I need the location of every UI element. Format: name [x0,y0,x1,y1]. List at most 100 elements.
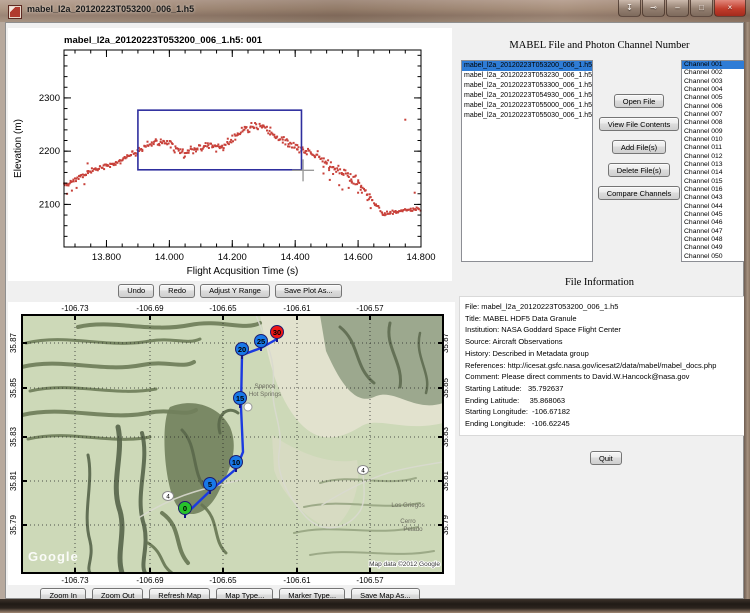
svg-text:35.83: 35.83 [9,426,18,447]
minimize-button[interactable]: – [666,0,689,17]
control-panel: MABEL File and Photon Channel Number mab… [455,22,744,599]
channel-list-item[interactable]: Channel 044 [682,203,744,211]
channel-list-item[interactable]: Channel 014 [682,169,744,177]
file-information-line: Institution: NASA Goddard Space Flight C… [465,324,745,336]
map-attribution: Map data ©2012 Google [369,560,440,568]
file-list-item[interactable]: mabel_l2a_20120223T053300_006_1.h5 [462,81,592,91]
svg-text:-106.65: -106.65 [209,576,237,585]
svg-text:-106.65: -106.65 [209,304,237,313]
window-frame-bottom [0,599,750,613]
svg-text:4: 4 [361,467,365,474]
plot-toolbar-button[interactable]: Save Plot As... [275,284,342,298]
svg-text:-106.73: -106.73 [61,304,89,313]
file-list-item[interactable]: mabel_l2a_20120223T055000_006_1.h5 [462,101,592,111]
channel-list-item[interactable]: Channel 046 [682,219,744,227]
map-panel[interactable]: -106.73-106.73-106.69-106.69-106.65-106.… [8,302,455,585]
svg-text:14.200: 14.200 [218,252,247,263]
file-information-line: Starting Longitude: -106.67182 [465,406,745,418]
file-action-button[interactable]: Add File(s) [612,140,666,154]
window-extra-button-1[interactable]: ↧ [618,0,641,17]
svg-text:5: 5 [208,480,212,489]
channel-list-item[interactable]: Channel 047 [682,228,744,236]
y-axis-label: Elevation (m) [13,119,24,178]
channel-list-item[interactable]: Channel 002 [682,69,744,77]
channel-list-item[interactable]: Channel 048 [682,236,744,244]
file-list-item[interactable]: mabel_l2a_20120223T053200_006_1.h5 [462,61,592,71]
window-title: mabel_l2a_20120223T053200_006_1.h5 [27,4,194,14]
channel-list-item[interactable]: Channel 001 [682,61,744,69]
channel-list-item[interactable]: Channel 043 [682,194,744,202]
file-buttons: Open File View File Contents Add File(s) De… [598,94,680,200]
channel-list-item[interactable]: Channel 012 [682,153,744,161]
file-list-item[interactable]: mabel_l2a_20120223T054930_006_1.h5 [462,91,592,101]
file-information-line: Ending Latitude: 35.868063 [465,395,745,407]
channel-list-item[interactable]: Channel 007 [682,111,744,119]
title-bar[interactable]: mabel_l2a_20120223T053200_006_1.h5 ↧ ⊸ –… [0,0,750,22]
svg-text:35.85: 35.85 [9,377,18,398]
svg-text:Pelado: Pelado [403,526,423,533]
file-information-line: History: Described in Metadata group [465,348,745,360]
file-action-button[interactable]: Open File [614,94,665,108]
file-list[interactable]: mabel_l2a_20120223T053200_006_1.h5mabel_… [461,60,593,262]
file-list-item[interactable]: mabel_l2a_20120223T055030_006_1.h5 [462,111,592,121]
svg-text:14.600: 14.600 [344,252,373,263]
svg-text:14.000: 14.000 [155,252,184,263]
svg-text:13.800: 13.800 [92,252,121,263]
file-action-button[interactable]: Compare Channels [598,186,681,200]
map-canvas[interactable]: SpenceHot SpringsLos GriegosCerroPelado4… [22,315,443,573]
channel-list-item[interactable]: Channel 045 [682,211,744,219]
channel-list-item[interactable]: Channel 015 [682,178,744,186]
file-list-item[interactable]: mabel_l2a_20120223T053230_006_1.h5 [462,71,592,81]
channel-list-item[interactable]: Channel 010 [682,136,744,144]
elevation-plot-panel[interactable]: mabel_l2a_20120223T053200_006_1.h5: 001 1… [8,28,452,281]
file-information-header: File Information [455,277,744,288]
channel-list[interactable]: Channel 001Channel 002Channel 003Channel… [681,60,745,262]
svg-text:Cerro: Cerro [400,518,416,525]
svg-text:14.800: 14.800 [406,252,435,263]
poi-marker[interactable] [244,403,252,411]
flight-track-map[interactable]: -106.73-106.73-106.69-106.69-106.65-106.… [8,302,455,585]
route-shield: 4 [358,466,369,475]
svg-text:2100: 2100 [39,199,60,210]
window-extra-button-2[interactable]: ⊸ [642,0,665,17]
channel-list-item[interactable]: Channel 003 [682,78,744,86]
quit-button[interactable]: Quit [590,451,622,465]
panel-header: MABEL File and Photon Channel Number [455,40,744,51]
channel-list-item[interactable]: Channel 049 [682,244,744,252]
close-button[interactable]: × [714,0,746,17]
scatter-points [63,119,422,217]
svg-text:35.87: 35.87 [9,332,18,353]
svg-text:Hot Springs: Hot Springs [249,391,281,398]
channel-list-item[interactable]: Channel 004 [682,86,744,94]
channel-list-item[interactable]: Channel 008 [682,119,744,127]
svg-text:35.81: 35.81 [9,470,18,491]
file-information-line: Ending Longitude: -106.62245 [465,418,745,430]
svg-text:-106.61: -106.61 [283,304,311,313]
svg-text:15: 15 [236,394,244,403]
file-action-button[interactable]: Delete File(s) [608,163,671,177]
channel-list-item[interactable]: Channel 013 [682,161,744,169]
file-action-button[interactable]: View File Contents [599,117,679,131]
elevation-scatter-plot[interactable]: mabel_l2a_20120223T053200_006_1.h5: 001 1… [8,28,452,281]
svg-text:10: 10 [232,458,240,467]
channel-list-item[interactable]: Channel 009 [682,128,744,136]
svg-text:Spence: Spence [255,383,277,390]
channel-list-item[interactable]: Channel 005 [682,94,744,102]
file-information-line: Title: MABEL HDF5 Data Granule [465,313,745,325]
svg-text:14.400: 14.400 [281,252,310,263]
maximize-button[interactable]: □ [690,0,713,17]
channel-list-item[interactable]: Channel 050 [682,253,744,261]
svg-text:30: 30 [273,328,281,337]
plot-title: mabel_l2a_20120223T053200_006_1.h5: 001 [64,35,263,46]
channel-list-item[interactable]: Channel 006 [682,103,744,111]
file-information-box[interactable]: File: mabel_l2a_20120223T053200_006_1.h5… [459,296,748,436]
plot-toolbar-button[interactable]: Undo [118,284,154,298]
svg-text:25: 25 [257,337,265,346]
svg-text:4: 4 [166,493,170,500]
channel-list-item[interactable]: Channel 016 [682,186,744,194]
plot-toolbar-button[interactable]: Adjust Y Range [200,284,270,298]
channel-list-item[interactable]: Channel 011 [682,144,744,152]
app-icon [8,5,22,19]
google-watermark: Google [28,549,79,564]
plot-toolbar-button[interactable]: Redo [159,284,195,298]
